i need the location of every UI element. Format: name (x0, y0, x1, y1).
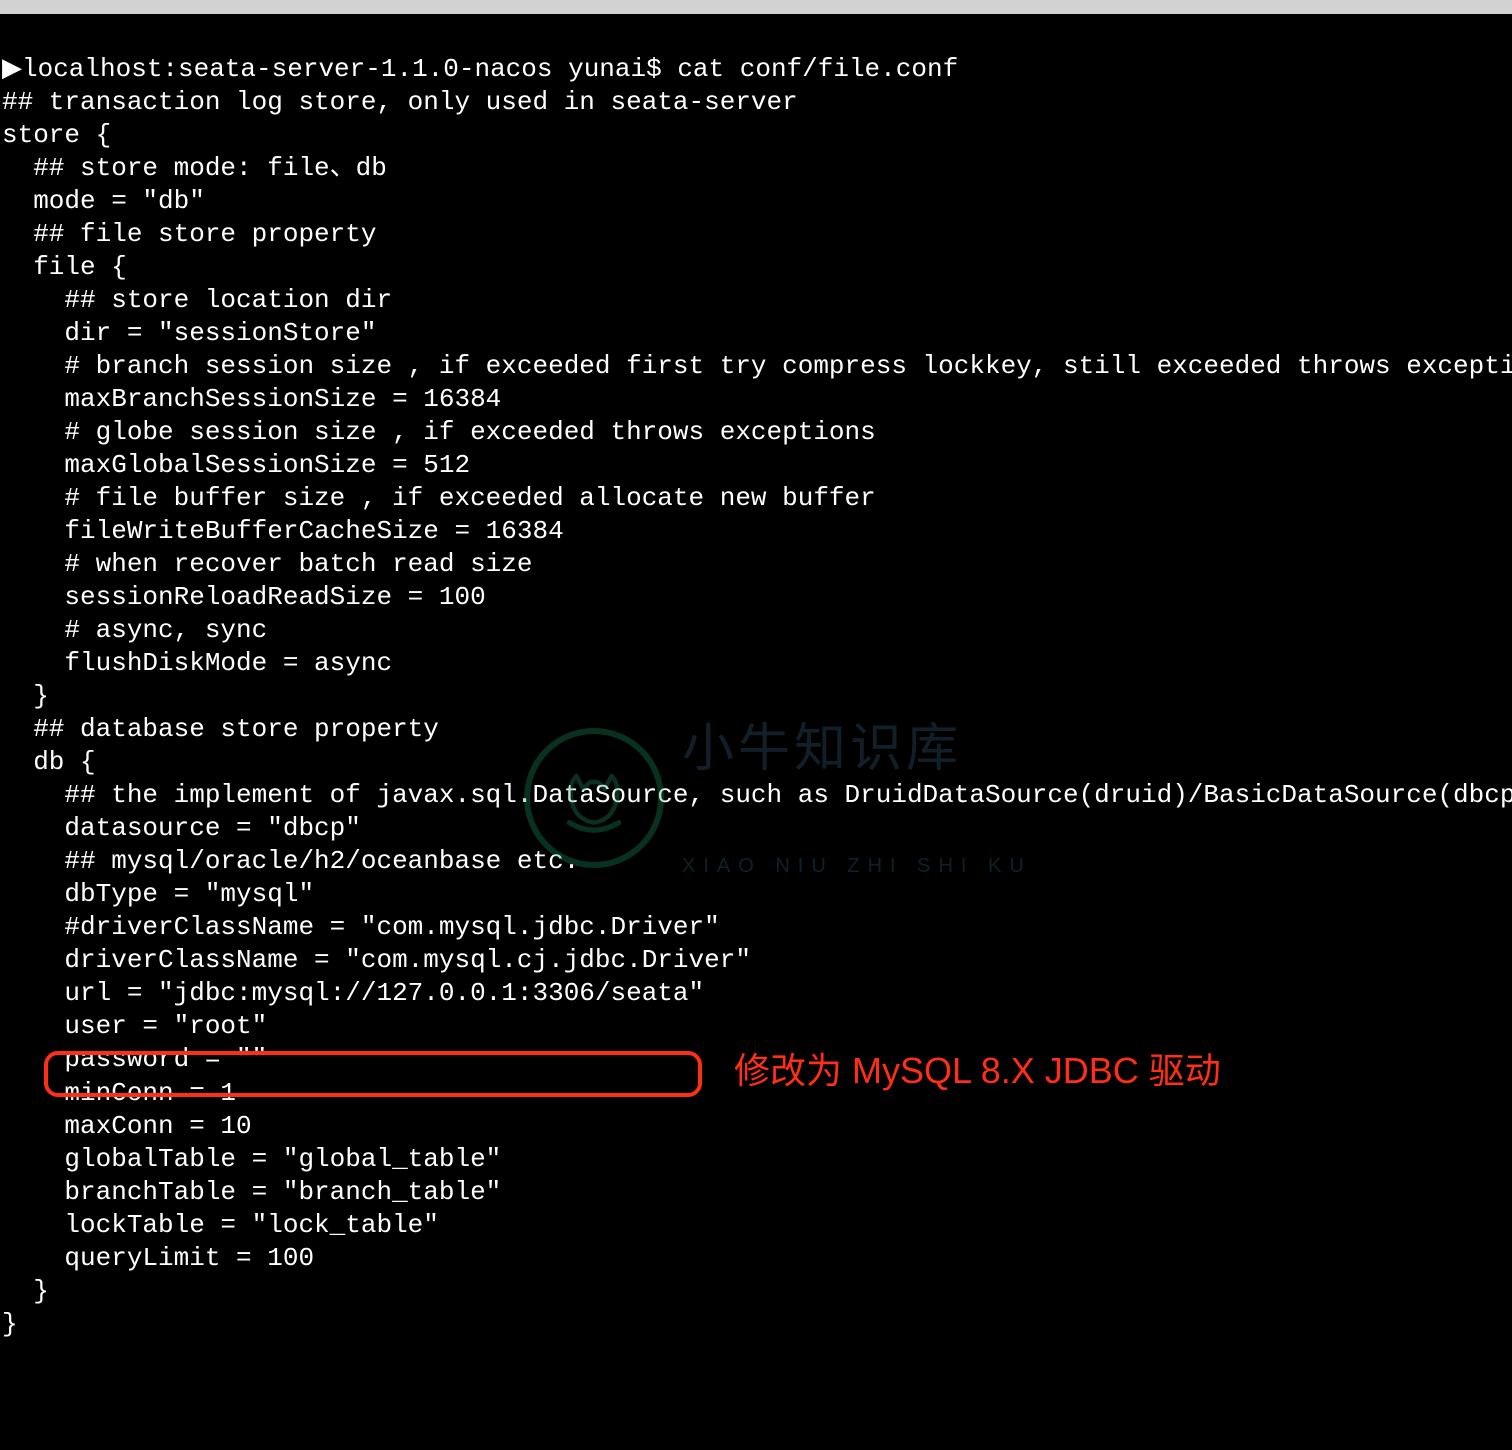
config-line: user = "root" (2, 1010, 1510, 1043)
config-line: mode = "db" (2, 185, 1510, 218)
config-line: dir = "sessionStore" (2, 317, 1510, 350)
annotation-text: 修改为 MySQL 8.X JDBC 驱动 (734, 1048, 1221, 1094)
config-line: maxGlobalSessionSize = 512 (2, 449, 1510, 482)
config-line: queryLimit = 100 (2, 1242, 1510, 1275)
prompt-host: localhost:seata-server-1.1.0-nacos yunai… (22, 54, 662, 84)
config-line: #driverClassName = "com.mysql.jdbc.Drive… (2, 911, 1510, 944)
config-line: ## store location dir (2, 284, 1510, 317)
config-line: maxConn = 10 (2, 1110, 1510, 1143)
config-line: # when recover batch read size (2, 548, 1510, 581)
config-line: maxBranchSessionSize = 16384 (2, 383, 1510, 416)
prompt-command: cat conf/file.conf (677, 54, 958, 84)
config-line: db { (2, 746, 1510, 779)
terminal-output[interactable]: ▶localhost:seata-server-1.1.0-nacos yuna… (0, 14, 1512, 1450)
config-line: # async, sync (2, 614, 1510, 647)
config-line: file { (2, 251, 1510, 284)
config-line: fileWriteBufferCacheSize = 16384 (2, 515, 1510, 548)
config-line: driverClassName = "com.mysql.cj.jdbc.Dri… (2, 944, 1510, 977)
config-line: ## file store property (2, 218, 1510, 251)
prompt-line: ▶localhost:seata-server-1.1.0-nacos yuna… (2, 53, 1510, 86)
config-line: dbType = "mysql" (2, 878, 1510, 911)
config-line: branchTable = "branch_table" (2, 1176, 1510, 1209)
config-line: store { (2, 119, 1510, 152)
config-line: } (2, 1308, 1510, 1341)
config-line: } (2, 680, 1510, 713)
config-line: datasource = "dbcp" (2, 812, 1510, 845)
config-line: # file buffer size , if exceeded allocat… (2, 482, 1510, 515)
prompt-arrow-icon: ▶ (2, 54, 22, 84)
config-line: flushDiskMode = async (2, 647, 1510, 680)
config-line: url = "jdbc:mysql://127.0.0.1:3306/seata… (2, 977, 1510, 1010)
config-line: globalTable = "global_table" (2, 1143, 1510, 1176)
config-line: # globe session size , if exceeded throw… (2, 416, 1510, 449)
config-line: ## database store property (2, 713, 1510, 746)
config-line: sessionReloadReadSize = 100 (2, 581, 1510, 614)
config-line: } (2, 1275, 1510, 1308)
config-line: ## store mode: file、db (2, 152, 1510, 185)
config-line: ## the implement of javax.sql.DataSource… (2, 779, 1510, 812)
window-titlebar (0, 0, 1512, 14)
config-line: ## transaction log store, only used in s… (2, 86, 1510, 119)
config-line: ## mysql/oracle/h2/oceanbase etc. (2, 845, 1510, 878)
config-line: # branch session size , if exceeded firs… (2, 350, 1510, 383)
config-line: lockTable = "lock_table" (2, 1209, 1510, 1242)
